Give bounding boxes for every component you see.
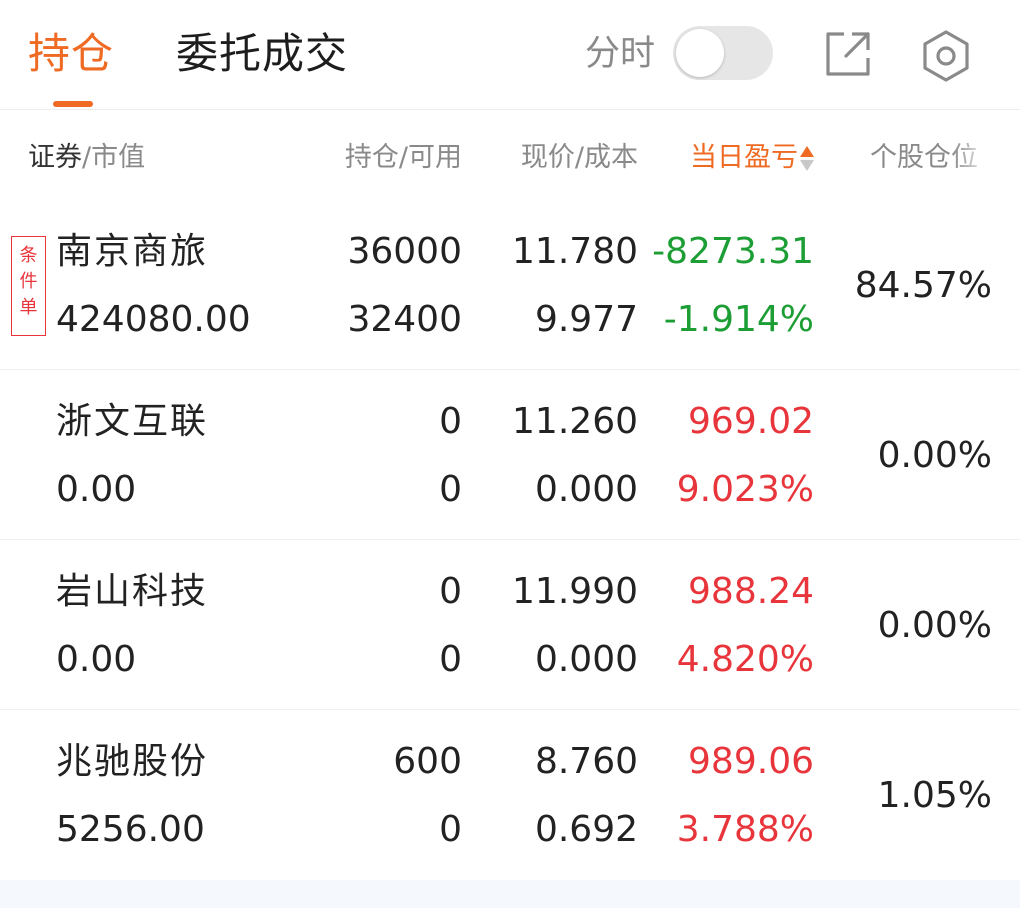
holding-row[interactable]: 岩山科技 0.00 0 0 11.990 0.000 988.24 4.820%… <box>0 540 1020 710</box>
position-weight: 0.00% <box>877 435 992 476</box>
daily-pnl: 969.02 <box>688 401 814 442</box>
current-price: 11.780 <box>512 231 638 272</box>
daily-pnl: -8273.31 <box>652 231 814 272</box>
condition-order-badge: 条件单 <box>11 236 46 336</box>
column-header-security: 证券/市值 <box>28 138 145 178</box>
top-bar: 持仓 委托成交 分时 <box>0 0 1020 110</box>
holding-row[interactable]: 条件单 南京商旅 424080.00 36000 32400 11.780 9.… <box>0 200 1020 370</box>
available-quantity: 32400 <box>347 299 462 340</box>
daily-pnl: 989.06 <box>688 741 814 782</box>
gear-icon[interactable] <box>918 28 970 82</box>
daily-pnl-percent: 9.023% <box>676 469 814 510</box>
current-price: 8.760 <box>534 741 638 782</box>
position-quantity: 600 <box>393 741 462 782</box>
daily-pnl-percent: 4.820% <box>676 639 814 680</box>
position-weight: 0.00% <box>877 605 992 646</box>
security-label: 证券 <box>28 142 82 173</box>
column-header-price: 现价/成本 <box>520 142 638 173</box>
position-weight: 84.57% <box>854 265 992 306</box>
active-tab-indicator <box>53 101 93 107</box>
cost-price: 0.000 <box>534 639 638 680</box>
timeshare-toggle[interactable] <box>673 26 773 80</box>
available-quantity: 0 <box>439 809 462 850</box>
column-header-daily-pnl[interactable]: 当日盈亏 <box>690 138 814 178</box>
market-value: 5256.00 <box>56 809 205 850</box>
column-header-position: 持仓/可用 <box>344 142 462 173</box>
position-weight: 1.05% <box>877 775 992 816</box>
holding-row[interactable]: 浙文互联 0.00 0 0 11.260 0.000 969.02 9.023%… <box>0 370 1020 540</box>
daily-pnl-percent: -1.914% <box>663 299 814 340</box>
tab-positions[interactable]: 持仓 <box>28 30 114 78</box>
stock-name: 南京商旅 <box>56 231 209 272</box>
toggle-knob <box>676 29 724 77</box>
current-price: 11.990 <box>512 571 638 612</box>
stock-name: 浙文互联 <box>56 401 209 442</box>
current-price: 11.260 <box>512 401 638 442</box>
tab-orders-trades[interactable]: 委托成交 <box>176 30 348 78</box>
market-value: 424080.00 <box>56 299 251 340</box>
stock-name: 岩山科技 <box>56 571 209 612</box>
holding-row[interactable]: 兆驰股份 5256.00 600 0 8.760 0.692 989.06 3.… <box>0 710 1020 880</box>
share-icon[interactable] <box>822 28 874 80</box>
cost-price: 0.000 <box>534 469 638 510</box>
timeshare-label: 分时 <box>585 34 656 74</box>
column-header-weight: 个股仓位 <box>870 138 992 178</box>
position-quantity: 0 <box>439 571 462 612</box>
bottom-strip <box>0 880 1020 908</box>
market-value: 0.00 <box>56 469 137 510</box>
stock-name: 兆驰股份 <box>56 741 209 782</box>
daily-pnl-percent: 3.788% <box>676 809 814 850</box>
available-quantity: 0 <box>439 469 462 510</box>
cost-price: 9.977 <box>534 299 638 340</box>
daily-pnl-label: 当日盈亏 <box>690 142 798 173</box>
available-quantity: 0 <box>439 639 462 680</box>
daily-pnl: 988.24 <box>688 571 814 612</box>
market-value-label: /市值 <box>82 142 146 173</box>
position-quantity: 36000 <box>347 231 462 272</box>
holdings-list: 条件单 南京商旅 424080.00 36000 32400 11.780 9.… <box>0 200 1020 880</box>
position-quantity: 0 <box>439 401 462 442</box>
sort-icon[interactable] <box>800 144 814 174</box>
market-value: 0.00 <box>56 639 137 680</box>
cost-price: 0.692 <box>534 809 638 850</box>
